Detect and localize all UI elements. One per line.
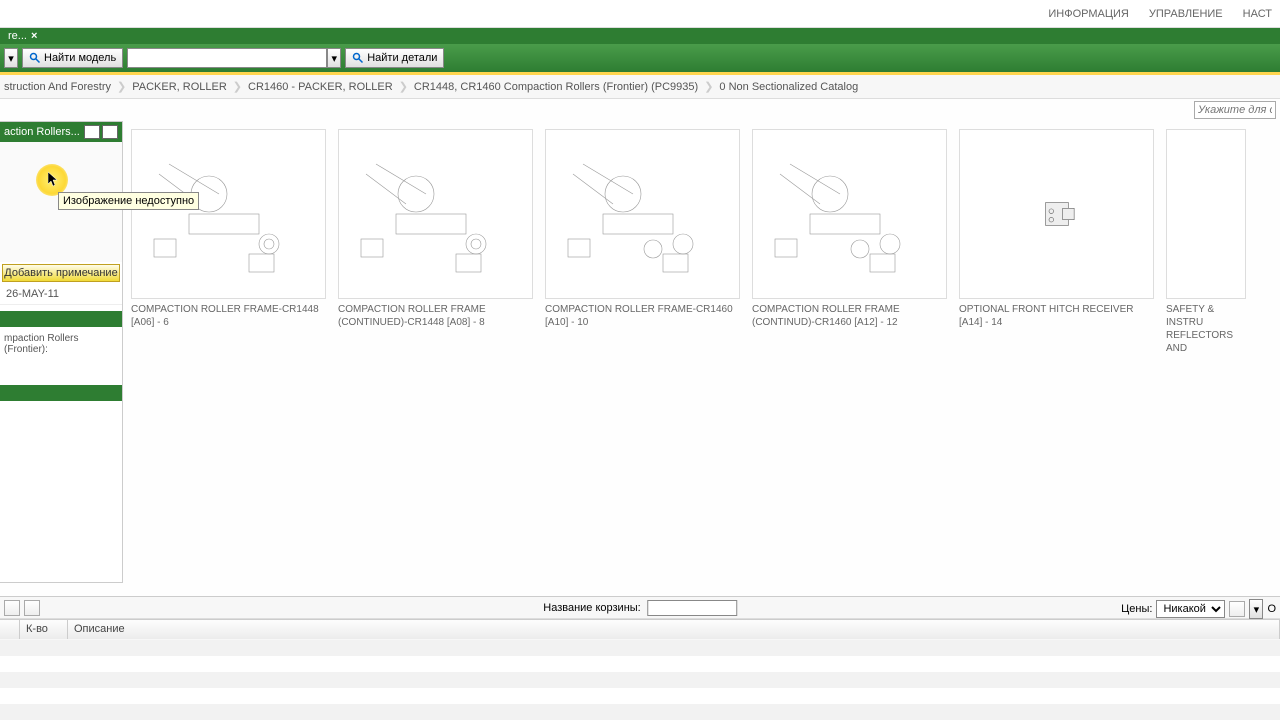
tab-label: re... — [8, 30, 27, 42]
left-panel: action Rollers... ☰ ▦ Изображение недост… — [0, 121, 123, 583]
tooltip-no-image: Изображение недоступно — [58, 192, 199, 210]
tab-model[interactable]: re... × — [0, 28, 45, 44]
chevron-right-icon: ❯ — [117, 80, 126, 93]
part-card[interactable]: OPTIONAL FRONT HITCH RECEIVER [A14] - 14 — [959, 129, 1154, 575]
basket-name-input[interactable] — [647, 600, 737, 616]
chevron-right-icon: ❯ — [704, 80, 713, 93]
crumb-model[interactable]: CR1460 - PACKER, ROLLER — [248, 81, 393, 93]
search-icon — [29, 52, 41, 64]
part-card[interactable]: COMPACTION ROLLER FRAME-CR1460 [A10] - 1… — [545, 129, 740, 575]
prices-label: Цены: — [1121, 603, 1152, 615]
panel-header: action Rollers... ☰ ▦ — [0, 122, 122, 142]
cart-panel: Название корзины: Цены: Никакой ▾ О К-во… — [0, 596, 1280, 640]
part-label: COMPACTION ROLLER FRAME (CONTINUED)-CR14… — [338, 303, 533, 329]
part-thumbnail — [131, 129, 326, 299]
parts-grid: COMPACTION ROLLER FRAME-CR1448 [A06] - 6… — [123, 121, 1280, 583]
menu-settings[interactable]: НАСТ — [1243, 8, 1272, 20]
chevron-right-icon: ❯ — [233, 80, 242, 93]
part-thumbnail — [959, 129, 1154, 299]
part-label: SAFETY & INSTRU REFLECTORS AND — [1166, 303, 1246, 355]
col-description: Описание — [68, 620, 1280, 639]
part-thumbnail — [1166, 129, 1246, 299]
crumb-industry[interactable]: struction And Forestry — [4, 81, 111, 93]
model-combo-dropdown[interactable]: ▾ — [327, 48, 341, 68]
part-label: COMPACTION ROLLER FRAME (CONTINUD)-CR146… — [752, 303, 947, 329]
part-label: COMPACTION ROLLER FRAME-CR1460 [A10] - 1… — [545, 303, 740, 329]
part-card[interactable]: SAFETY & INSTRU REFLECTORS AND — [1166, 129, 1246, 575]
section-header-2 — [0, 385, 122, 401]
panel-title: action Rollers... — [4, 126, 80, 138]
part-card[interactable]: COMPACTION ROLLER FRAME (CONTINUD)-CR146… — [752, 129, 947, 575]
col-o-label: О — [1267, 603, 1276, 615]
cart-toolbar: Название корзины: Цены: Никакой ▾ О — [0, 597, 1280, 619]
find-model-button[interactable]: Найти модель — [22, 48, 123, 68]
col-qty: К-во — [20, 620, 68, 639]
section-header — [0, 311, 122, 327]
crumb-packer[interactable]: PACKER, ROLLER — [132, 81, 227, 93]
breadcrumb: struction And Forestry ❯ PACKER, ROLLER … — [0, 75, 1280, 99]
crumb-section[interactable]: 0 Non Sectionalized Catalog — [719, 81, 858, 93]
gear-icon[interactable] — [1229, 601, 1245, 617]
search-icon — [352, 52, 364, 64]
part-card[interactable]: COMPACTION ROLLER FRAME (CONTINUED)-CR14… — [338, 129, 533, 575]
view-grid-icon[interactable]: ▦ — [102, 125, 118, 139]
find-parts-button[interactable]: Найти детали — [345, 48, 444, 68]
gear-dropdown[interactable]: ▾ — [1249, 599, 1263, 619]
find-model-label: Найти модель — [44, 52, 116, 64]
menu-info[interactable]: ИНФОРМАЦИЯ — [1048, 8, 1128, 20]
menu-manage[interactable]: УПРАВЛЕНИЕ — [1149, 8, 1223, 20]
find-parts-label: Найти детали — [367, 52, 437, 64]
add-note-button[interactable]: Добавить примечание — [2, 264, 120, 282]
cursor-icon — [48, 172, 60, 188]
empty-rows — [0, 640, 1280, 720]
cart-table-header: К-во Описание — [0, 619, 1280, 639]
filter-input[interactable] — [1194, 101, 1276, 119]
part-thumbnail — [338, 129, 533, 299]
close-icon[interactable]: × — [31, 30, 37, 42]
price-select[interactable]: Никакой — [1156, 600, 1225, 618]
save-icon[interactable] — [4, 600, 20, 616]
chevron-right-icon: ❯ — [399, 80, 408, 93]
filter-row — [0, 99, 1280, 121]
part-label: COMPACTION ROLLER FRAME-CR1448 [A06] - 6 — [131, 303, 326, 329]
thumbnail-area: Изображение недоступно — [0, 142, 122, 262]
menu-bar: ИНФОРМАЦИЯ УПРАВЛЕНИЕ НАСТ — [0, 0, 1280, 28]
basket-name-label: Название корзины: — [543, 602, 641, 614]
part-thumbnail — [545, 129, 740, 299]
crumb-catalog[interactable]: CR1448, CR1460 Compaction Rollers (Front… — [414, 81, 698, 93]
model-combo-input[interactable] — [127, 48, 327, 68]
section-label: mpaction Rollers (Frontier): — [0, 327, 122, 361]
search-toolbar: ▾ Найти модель ▾ Найти детали — [0, 44, 1280, 72]
part-label: OPTIONAL FRONT HITCH RECEIVER [A14] - 14 — [959, 303, 1154, 329]
view-list-icon[interactable]: ☰ — [84, 125, 100, 139]
revision-date: 26-MAY-11 — [0, 284, 122, 305]
history-dropdown[interactable]: ▾ — [4, 48, 18, 68]
main-area: action Rollers... ☰ ▦ Изображение недост… — [0, 121, 1280, 583]
tab-bar: re... × — [0, 28, 1280, 44]
export-icon[interactable] — [24, 600, 40, 616]
col-handle — [0, 620, 20, 639]
part-thumbnail — [752, 129, 947, 299]
